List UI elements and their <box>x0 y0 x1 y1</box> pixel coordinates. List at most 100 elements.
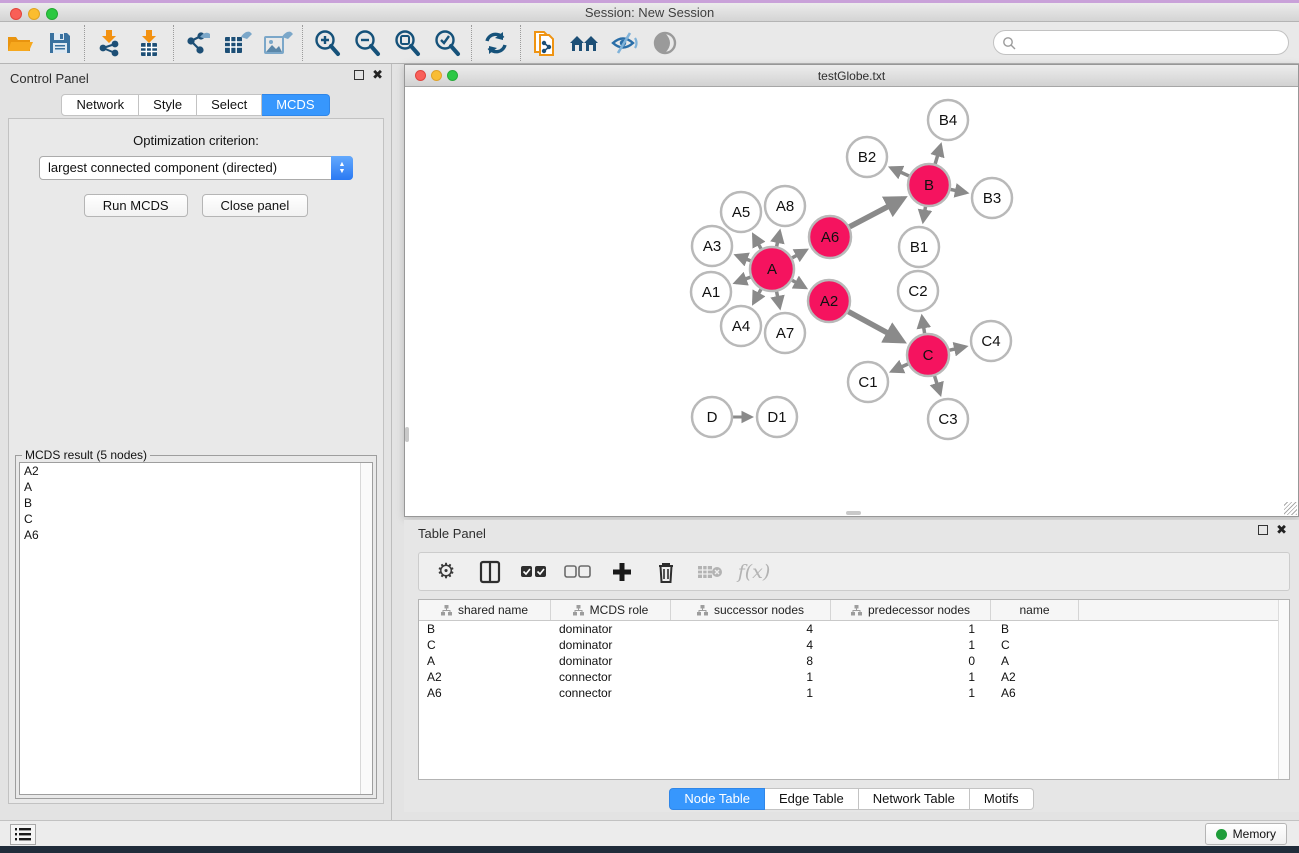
graph-node-label: A3 <box>703 238 721 255</box>
mcds-result-item[interactable]: A2 <box>20 463 372 479</box>
import-network-button[interactable] <box>89 25 129 61</box>
table-cell: 1 <box>671 685 831 701</box>
apply-layout-button[interactable] <box>476 25 516 61</box>
graph-edge[interactable] <box>951 189 967 192</box>
close-panel-icon[interactable]: ✖ <box>372 70 383 80</box>
mcds-result-item[interactable]: A <box>20 479 372 495</box>
zoom-in-button[interactable] <box>307 25 347 61</box>
graph-edge[interactable] <box>935 145 940 163</box>
criterion-dropdown[interactable]: largest connected component (directed) ▲… <box>39 156 353 180</box>
task-history-button[interactable] <box>10 824 36 845</box>
graph-edge[interactable] <box>736 277 751 283</box>
select-all-columns-button[interactable] <box>517 556 551 588</box>
zoom-fit-button[interactable] <box>387 25 427 61</box>
graph-edge[interactable] <box>792 250 806 258</box>
split-view-button[interactable] <box>473 556 507 588</box>
export-table-button[interactable] <box>218 25 258 61</box>
table-scrollbar[interactable] <box>1278 600 1289 779</box>
deselect-all-columns-button[interactable] <box>561 556 595 588</box>
first-neighbors-button[interactable] <box>565 25 605 61</box>
show-all-button[interactable] <box>645 25 685 61</box>
table-cell: C <box>991 637 1079 653</box>
add-column-button[interactable] <box>605 556 639 588</box>
network-window-title: testGlobe.txt <box>405 69 1298 83</box>
graph-node-label: C1 <box>858 374 877 391</box>
table-row[interactable]: A2connector11A2 <box>419 669 1289 685</box>
column-settings-button[interactable]: ⚙ <box>429 556 463 588</box>
network-canvas[interactable]: B4B2BB3A5A8A6A3B1AA1C2A2A4A7C4CC1DD1C3 <box>405 87 1298 516</box>
gear-icon: ⚙ <box>437 561 456 582</box>
delete-column-button[interactable] <box>649 556 683 588</box>
tab-mcds[interactable]: MCDS <box>262 94 329 116</box>
hide-selected-button[interactable] <box>605 25 645 61</box>
export-network-button[interactable] <box>178 25 218 61</box>
table-row[interactable]: Cdominator41C <box>419 637 1289 653</box>
network-horizontal-scroll-thumb[interactable] <box>846 511 861 515</box>
tab-network-table[interactable]: Network Table <box>859 788 970 810</box>
table-cell: 1 <box>831 685 991 701</box>
close-panel-button[interactable]: Close panel <box>202 194 309 217</box>
graph-edge[interactable] <box>949 347 965 350</box>
mcds-result-item[interactable]: B <box>20 495 372 511</box>
run-mcds-button[interactable]: Run MCDS <box>84 194 188 217</box>
search-input[interactable] <box>1016 36 1288 50</box>
node-table-header: shared name MCDS role successor nodes pr… <box>419 600 1289 621</box>
float-table-panel-icon[interactable] <box>1258 525 1268 535</box>
table-row[interactable]: A6connector11A6 <box>419 685 1289 701</box>
column-header-shared-name[interactable]: shared name <box>419 600 551 620</box>
tab-select[interactable]: Select <box>197 94 262 116</box>
column-header-mcds-role[interactable]: MCDS role <box>551 600 671 620</box>
column-header-successor-nodes[interactable]: successor nodes <box>671 600 831 620</box>
tab-node-table[interactable]: Node Table <box>669 788 765 810</box>
open-session-button[interactable] <box>0 25 40 61</box>
mcds-result-item[interactable]: A6 <box>20 527 372 543</box>
graph-edge[interactable] <box>891 168 909 176</box>
control-panel-title: Control Panel <box>10 71 89 86</box>
network-window-titlebar[interactable]: testGlobe.txt <box>405 65 1298 87</box>
window-resize-grip[interactable] <box>1284 502 1297 515</box>
tab-motifs[interactable]: Motifs <box>970 788 1034 810</box>
search-field[interactable] <box>993 30 1289 55</box>
network-graph[interactable]: B4B2BB3A5A8A6A3B1AA1C2A2A4A7C4CC1DD1C3 <box>405 87 1298 516</box>
close-table-panel-icon[interactable]: ✖ <box>1276 525 1287 535</box>
mcds-result-item[interactable]: C <box>20 511 372 527</box>
graph-edge[interactable] <box>754 235 761 249</box>
graph-edge[interactable] <box>777 292 780 307</box>
save-session-button[interactable] <box>40 25 80 61</box>
graph-edge[interactable] <box>777 232 780 247</box>
graph-edge[interactable] <box>892 364 908 371</box>
graph-edge[interactable] <box>923 207 925 221</box>
mcds-result-title: MCDS result (5 nodes) <box>22 448 150 462</box>
tab-network[interactable]: Network <box>61 94 139 116</box>
tab-edge-table[interactable]: Edge Table <box>765 788 859 810</box>
table-row[interactable]: Bdominator41B <box>419 621 1289 637</box>
graph-edge[interactable] <box>848 312 902 341</box>
graph-edge[interactable] <box>754 289 761 303</box>
graph-node-label: A <box>767 261 777 278</box>
graph-edge[interactable] <box>737 255 751 260</box>
memory-button[interactable]: Memory <box>1205 823 1287 845</box>
zoom-selected-button[interactable] <box>427 25 467 61</box>
export-image-button[interactable] <box>258 25 298 61</box>
graph-edge[interactable] <box>922 317 925 333</box>
graph-node-label: C2 <box>908 283 927 300</box>
tab-style[interactable]: Style <box>139 94 197 116</box>
delete-table-button[interactable] <box>693 556 727 588</box>
graph-edge[interactable] <box>935 376 941 394</box>
table-row[interactable]: Adominator80A <box>419 653 1289 669</box>
function-builder-button[interactable]: f(x) <box>737 556 771 588</box>
graph-edge[interactable] <box>792 280 805 287</box>
toolbar-separator <box>302 25 303 61</box>
mcds-list-scrollbar[interactable] <box>360 463 372 794</box>
new-network-from-selection-button[interactable] <box>525 25 565 61</box>
network-vertical-scroll-thumb[interactable] <box>405 427 409 442</box>
mcds-result-list[interactable]: A2ABCA6 <box>19 462 373 795</box>
zoom-out-button[interactable] <box>347 25 387 61</box>
import-table-button[interactable] <box>129 25 169 61</box>
column-header-predecessor-nodes[interactable]: predecessor nodes <box>831 600 991 620</box>
column-header-name[interactable]: name <box>991 600 1079 620</box>
copy-network-icon <box>531 28 559 58</box>
mcds-tab-content: Optimization criterion: largest connecte… <box>8 118 384 804</box>
float-panel-icon[interactable] <box>354 70 364 80</box>
graph-edge[interactable] <box>849 199 902 227</box>
